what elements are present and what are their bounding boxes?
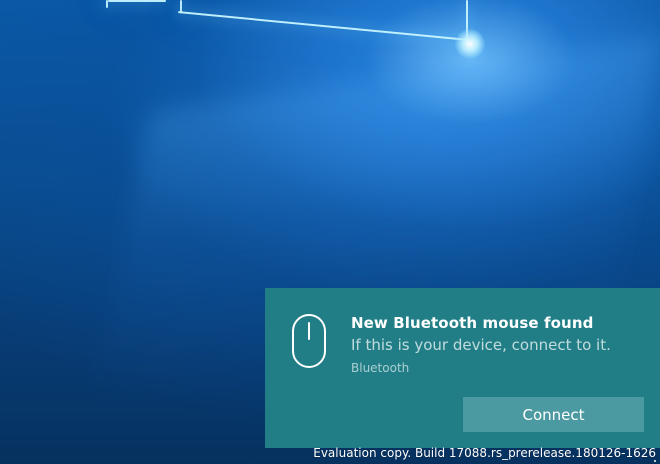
light-glow	[455, 29, 485, 59]
evaluation-watermark: Evaluation copy. Build 17088.rs_prerelea…	[313, 446, 656, 460]
toast-source: Bluetooth	[351, 361, 410, 375]
toast-message: If this is your device, connect to it.	[351, 336, 611, 354]
window-frame-line-top	[108, 0, 166, 2]
window-frame-line-bottom	[177, 11, 469, 41]
toast-title: New Bluetooth mouse found	[351, 314, 594, 332]
connect-button[interactable]: Connect	[463, 397, 644, 432]
mouse-icon	[292, 314, 326, 368]
corner-dot	[654, 460, 656, 462]
